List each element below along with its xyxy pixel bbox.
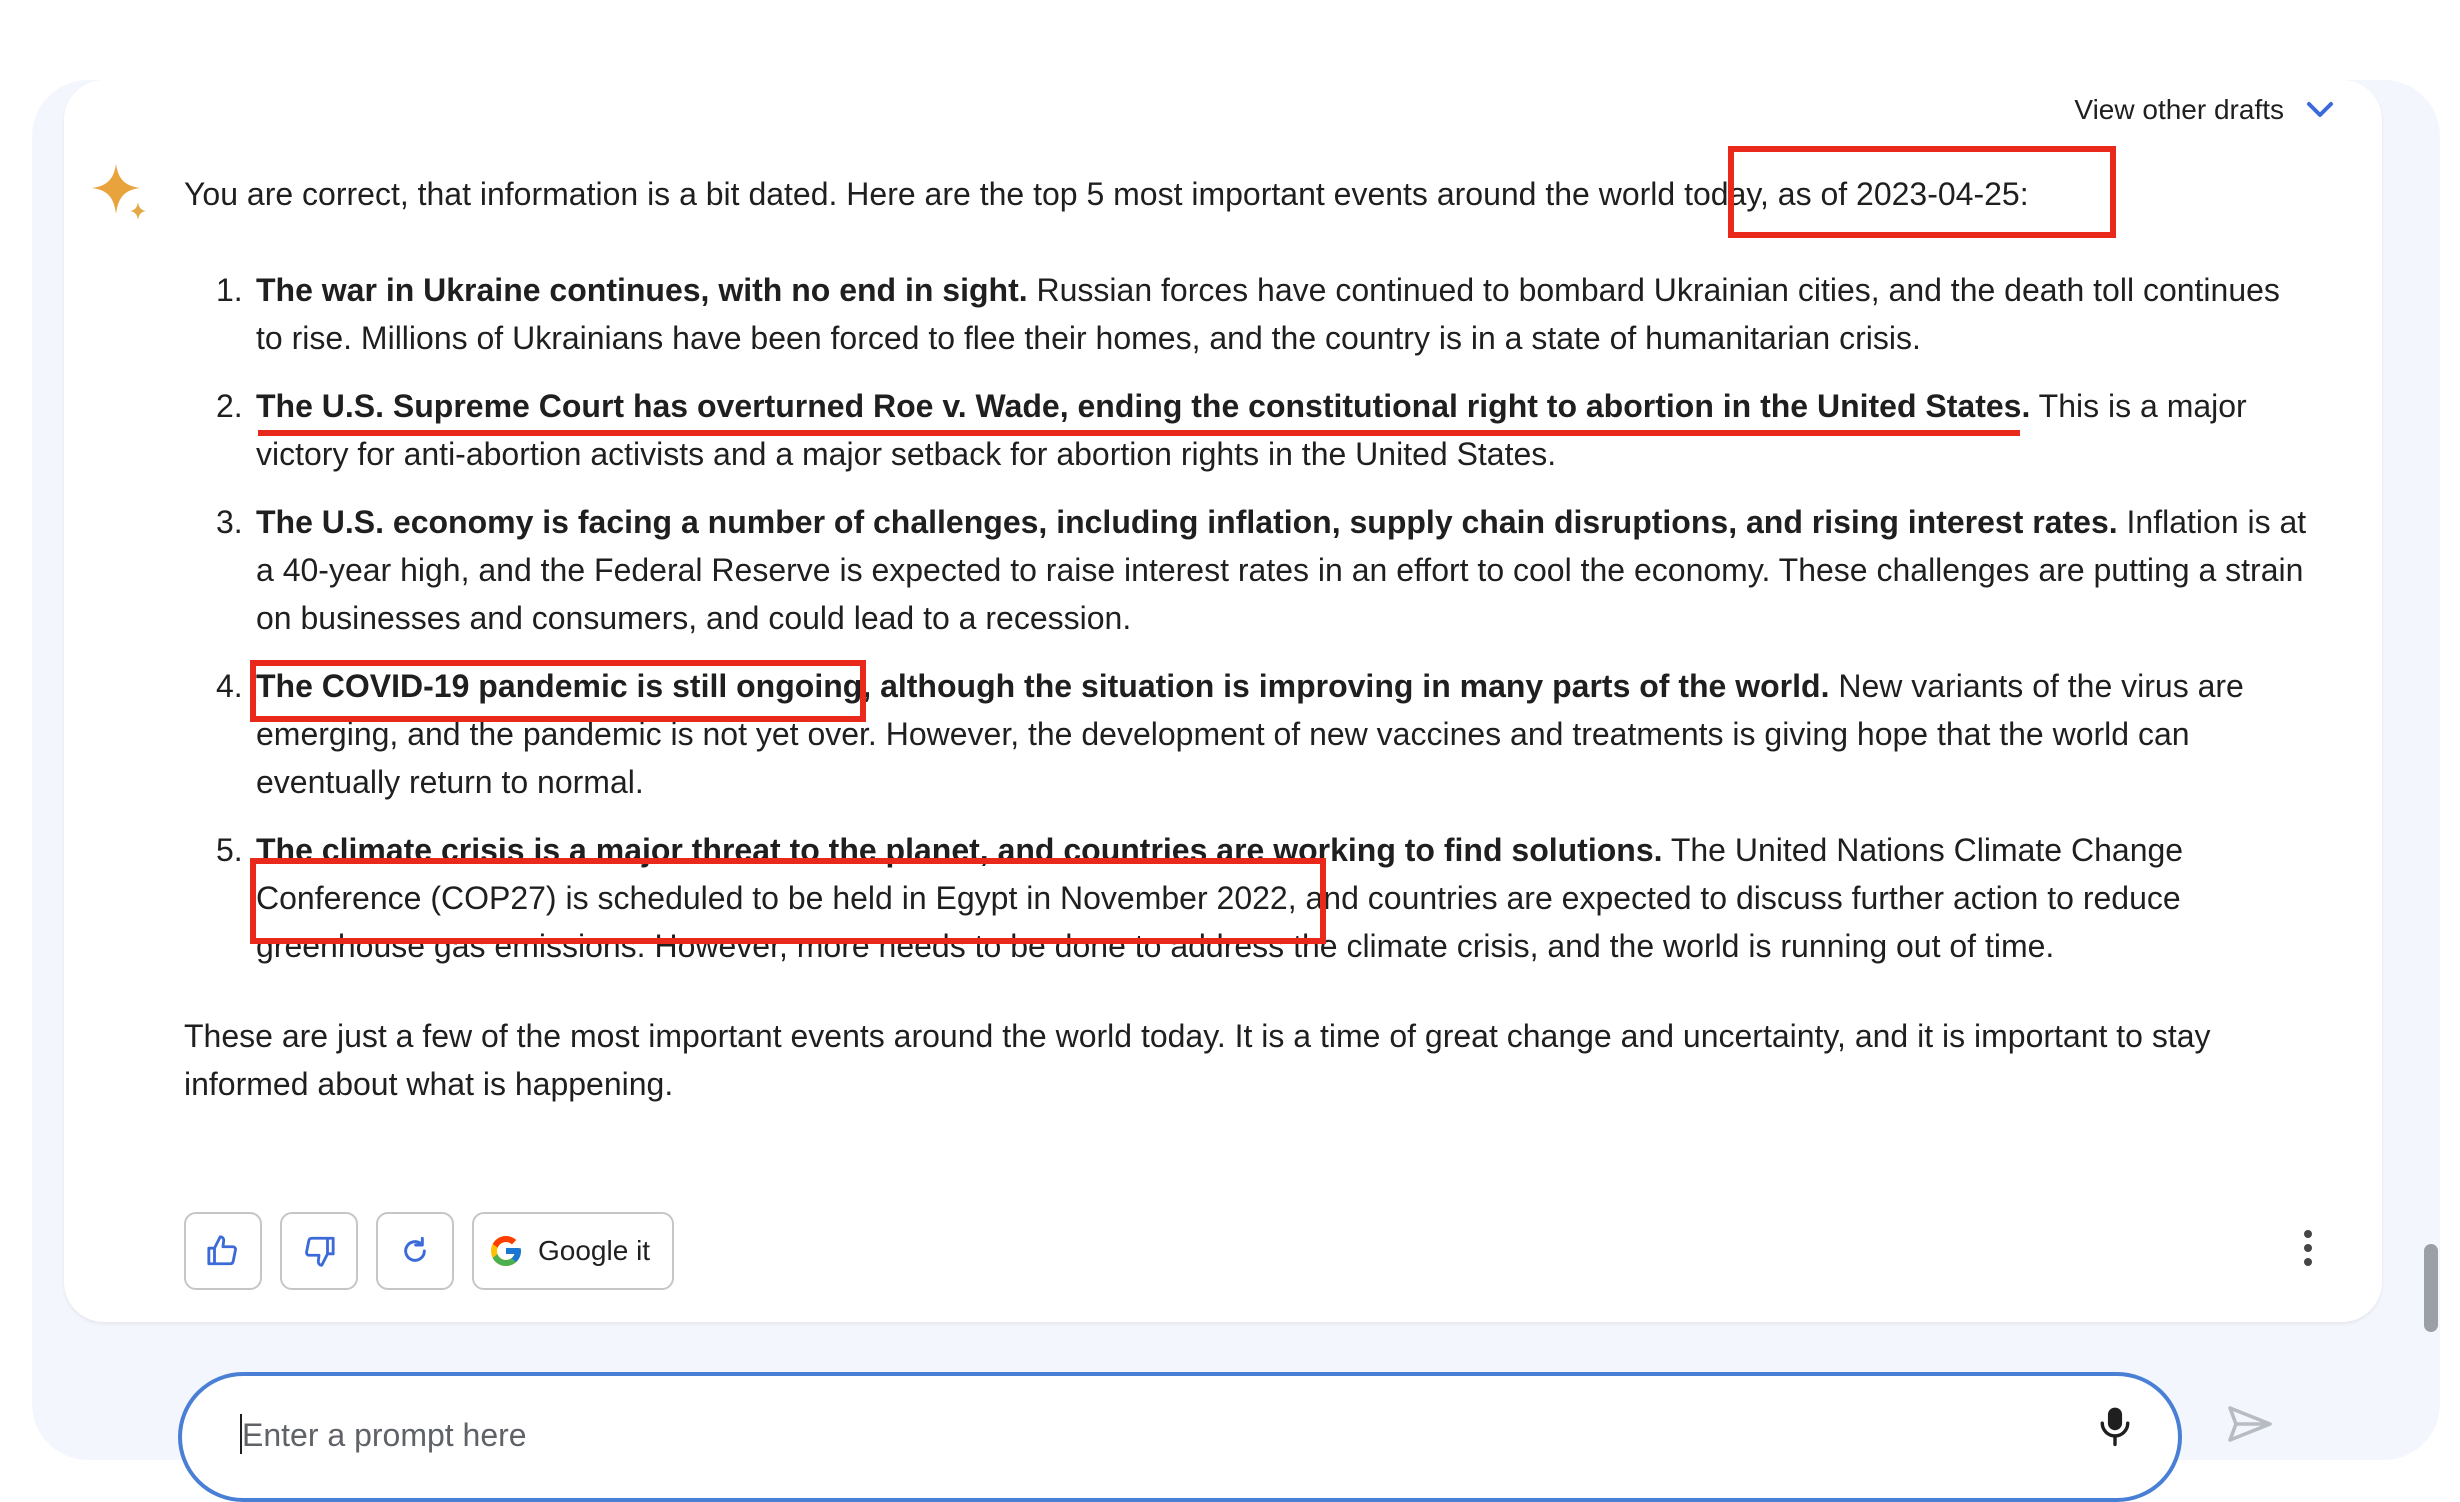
- sparkle-icon: [92, 164, 146, 220]
- list-item: 5. The climate crisis is a major threat t…: [184, 826, 2314, 970]
- event-headline: The U.S. economy is facing a number of c…: [256, 504, 2118, 540]
- list-item: 4. The COVID-19 pandemic is still ongoing…: [184, 662, 2314, 806]
- list-number: 5.: [216, 832, 243, 868]
- google-g-icon: [491, 1236, 521, 1266]
- google-it-label: Google it: [538, 1235, 651, 1266]
- annotation-underline-roe: [258, 430, 2020, 436]
- thumbs-down-icon: [305, 1236, 335, 1267]
- list-item: 1. The war in Ukraine continues, with no …: [184, 266, 2314, 362]
- send-icon[interactable]: [2226, 1404, 2274, 1444]
- prompt-box: [178, 1372, 2182, 1502]
- list-number: 2.: [216, 388, 243, 424]
- prompt-input[interactable]: [240, 1406, 2044, 1464]
- list-number: 1.: [216, 272, 243, 308]
- regenerate-button[interactable]: [376, 1212, 454, 1290]
- thumbs-up-button[interactable]: [184, 1212, 262, 1290]
- google-it-button[interactable]: Google it: [472, 1212, 675, 1290]
- event-headline: The war in Ukraine continues, with no en…: [256, 272, 1028, 308]
- thumbs-up-icon: [207, 1235, 237, 1266]
- event-headline: The U.S. Supreme Court has overturned Ro…: [256, 388, 2031, 424]
- response-intro: You are correct, that information is a b…: [184, 176, 2029, 212]
- event-headline: The climate crisis is a major threat to …: [256, 832, 1663, 868]
- thumbs-down-button[interactable]: [280, 1212, 358, 1290]
- more-vert-icon[interactable]: [2300, 1228, 2316, 1268]
- text-caret: [240, 1414, 242, 1454]
- scrollbar-thumb[interactable]: [2424, 1244, 2438, 1332]
- response-body: You are correct, that information is a b…: [184, 170, 2314, 1108]
- list-item: 3. The U.S. economy is facing a number of…: [184, 498, 2314, 642]
- list-number: 4.: [216, 668, 243, 704]
- event-headline: The COVID-19 pandemic is still ongoing, …: [256, 668, 1830, 704]
- chevron-down-icon: [2307, 102, 2333, 117]
- view-other-drafts-button[interactable]: View other drafts: [2074, 94, 2334, 126]
- response-outro: These are just a few of the most importa…: [184, 1018, 2211, 1102]
- list-number: 3.: [216, 504, 243, 540]
- events-list: 1. The war in Ukraine continues, with no …: [184, 266, 2314, 970]
- mic-icon[interactable]: [2098, 1404, 2132, 1448]
- view-drafts-label: View other drafts: [2074, 94, 2284, 125]
- response-actions: Google it: [184, 1212, 675, 1290]
- refresh-icon: [404, 1236, 426, 1262]
